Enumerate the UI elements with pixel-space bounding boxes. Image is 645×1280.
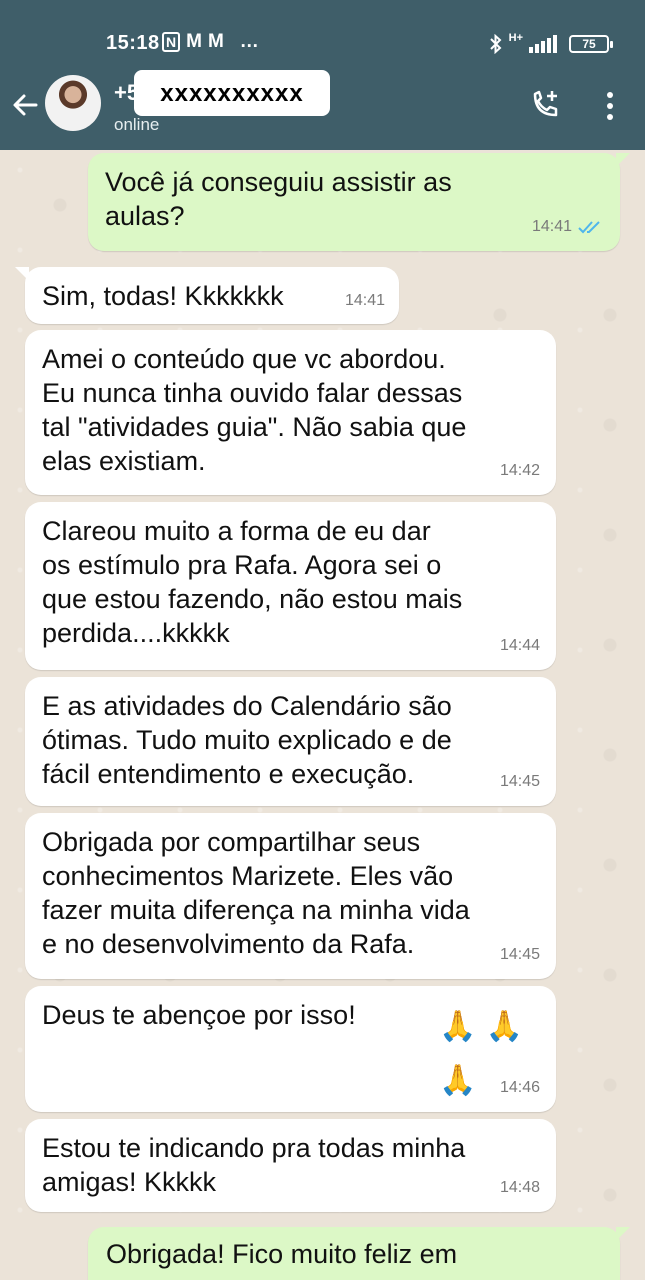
message-text: Sim, todas! Kkkkkkk xyxy=(42,281,284,311)
add-call-icon[interactable] xyxy=(528,88,562,122)
message-meta: 14:44 xyxy=(500,629,540,663)
message-meta: 14:48 xyxy=(500,1171,540,1205)
bluetooth-icon xyxy=(489,34,502,54)
message-list[interactable]: Você já conseguiu assistir as aulas? 14:… xyxy=(0,150,645,1280)
message-text: Deus te abençoe por isso! xyxy=(42,1000,356,1030)
back-arrow-icon[interactable] xyxy=(8,88,42,122)
message-time: 14:46 xyxy=(499,1079,540,1096)
battery-icon: 75 xyxy=(569,35,613,53)
message-text: E as atividades do Calendário são ótimas… xyxy=(42,691,452,789)
message-text: Você já conseguiu assistir as aulas? xyxy=(105,167,452,231)
message-meta: 14:41 xyxy=(532,210,604,244)
message-time: 14:44 xyxy=(499,637,540,654)
signal-icon xyxy=(529,35,557,53)
more-notifications-icon: … xyxy=(239,31,259,52)
message-text: Amei o conteúdo que vc abordou. Eu nunca… xyxy=(42,344,467,476)
message-bubble-incoming[interactable]: Estou te indicando pra todas minha amiga… xyxy=(25,1119,556,1212)
contact-avatar[interactable] xyxy=(45,75,101,131)
app-bar: +5 xxxxxxxxxx online xyxy=(0,70,645,140)
gmail-icon: M xyxy=(207,31,224,52)
message-bubble-incoming[interactable]: Obrigada por compartilhar seus conhecime… xyxy=(25,813,556,979)
gmail-icon: M xyxy=(186,31,202,52)
status-time: 15:18 xyxy=(106,32,160,54)
message-bubble-incoming[interactable]: Sim, todas! Kkkkkkk 14:41 xyxy=(15,267,399,324)
nfc-icon: N xyxy=(162,32,181,52)
message-meta: 14:42 xyxy=(500,454,540,488)
battery-level: 75 xyxy=(582,37,596,51)
more-options-icon[interactable] xyxy=(600,90,620,124)
message-text: Estou te indicando pra todas minha amiga… xyxy=(42,1133,466,1197)
contact-status: online xyxy=(114,115,160,134)
message-text: Obrigada! Fico muito feliz em xyxy=(106,1239,458,1269)
message-text: Obrigada por compartilhar seus conhecime… xyxy=(42,827,470,959)
message-bubble-outgoing[interactable]: Obrigada! Fico muito feliz em xyxy=(88,1227,630,1280)
notification-icons: N M M … xyxy=(162,31,259,53)
contact-name-redacted: xxxxxxxxxx xyxy=(134,70,330,116)
message-meta: 14:45 xyxy=(500,938,540,972)
network-type: H+ xyxy=(508,32,523,44)
message-bubble-outgoing[interactable]: Você já conseguiu assistir as aulas? 14:… xyxy=(88,153,630,251)
chat-header: 15:18 N M M … H+ 75 +5 xxxxxxxxxx online xyxy=(0,0,645,150)
message-bubble-incoming[interactable]: Deus te abençoe por isso! 🙏 🙏 🙏 14:46 xyxy=(25,986,556,1112)
message-time: 14:41 xyxy=(344,292,385,309)
message-time: 14:45 xyxy=(499,946,540,963)
message-bubble-incoming[interactable]: Clareou muito a forma de eu dar os estím… xyxy=(25,502,556,670)
message-meta: 14:41 xyxy=(345,284,385,318)
message-time: 14:41 xyxy=(531,218,572,235)
system-icons: H+ 75 xyxy=(489,32,613,54)
message-bubble-incoming[interactable]: Amei o conteúdo que vc abordou. Eu nunca… xyxy=(25,330,556,495)
message-time: 14:45 xyxy=(499,773,540,790)
status-bar: 15:18 N M M … H+ 75 xyxy=(0,28,645,62)
message-meta: 14:45 xyxy=(500,765,540,799)
message-meta: 14:46 xyxy=(500,1071,540,1105)
message-time: 14:48 xyxy=(499,1179,540,1196)
message-time: 14:42 xyxy=(499,462,540,479)
read-ticks-icon xyxy=(578,221,600,234)
message-bubble-incoming[interactable]: E as atividades do Calendário são ótimas… xyxy=(25,677,556,806)
message-text: Clareou muito a forma de eu dar os estím… xyxy=(42,516,463,648)
